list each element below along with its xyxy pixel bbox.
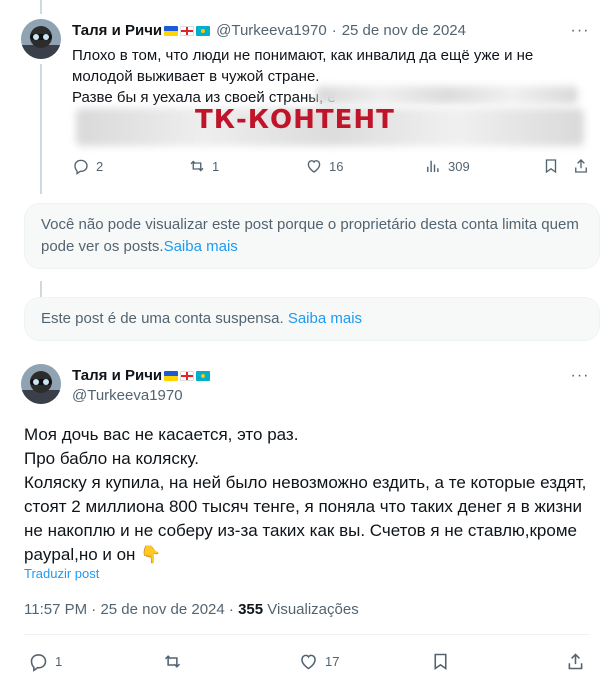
ukraine-flag-icon: [164, 25, 179, 36]
like-count: 17: [325, 654, 340, 669]
avatar-image: [21, 19, 61, 59]
repost-button[interactable]: 1: [188, 157, 219, 175]
blurred-text-overlay: [316, 86, 578, 104]
post-meta: 11:57 PM · 25 de nov de 2024 · 355 Visua…: [24, 601, 359, 618]
share-icon: [568, 653, 583, 670]
views-label[interactable]: Visualizações: [267, 601, 358, 618]
reply-button[interactable]: 1: [28, 651, 62, 672]
reply-count: 1: [55, 654, 63, 669]
translate-link[interactable]: Traduzir post: [24, 566, 99, 581]
like-button[interactable]: 17: [298, 651, 339, 672]
divider: [24, 634, 590, 635]
separator-dot: ·: [331, 22, 337, 39]
pointing-down-emoji: 👇: [140, 545, 162, 564]
bookmark-button[interactable]: [430, 651, 451, 672]
georgia-flag-icon: [180, 25, 195, 36]
tweet-line: Моя дочь вас не касается, это раз.: [24, 425, 299, 444]
reply-header: Таля и Ричи @Turkeeva1970 · 25 de nov de…: [72, 22, 466, 39]
tweet-line: не накоплю и не соберу из-за таких как в…: [24, 521, 577, 540]
handle[interactable]: @Turkeeva1970: [72, 387, 183, 404]
learn-more-link[interactable]: Saiba mais: [288, 310, 362, 327]
reply-icon: [74, 159, 88, 175]
avatar[interactable]: [21, 364, 61, 404]
notice-text: Você não pode visualizar este post porqu…: [41, 216, 579, 255]
display-name[interactable]: Таля и Ричи: [72, 22, 162, 39]
reply-text-line: молодой выживает в чужой стране.: [72, 68, 320, 85]
like-count: 16: [329, 158, 344, 174]
repost-count: 1: [212, 158, 220, 174]
share-icon: [575, 159, 587, 173]
more-options-icon[interactable]: ···: [570, 366, 590, 386]
handle[interactable]: @Turkeeva1970: [216, 22, 327, 39]
reply-count: 2: [96, 158, 104, 174]
tweet-line: Коляску я купила, на ней было невозможно…: [24, 473, 587, 492]
heart-icon: [307, 160, 321, 173]
tweet-line: Про бабло на коляску.: [24, 449, 199, 468]
thread-line-top: [40, 0, 42, 14]
repost-button[interactable]: [162, 651, 183, 672]
learn-more-link[interactable]: Saiba mais: [164, 238, 238, 255]
share-button[interactable]: [572, 157, 590, 175]
tweet-line: стоят 2 миллиона 800 тысяч тенге, я поня…: [24, 497, 583, 516]
watermark: ТК-КОНТЕНТ: [195, 105, 395, 135]
post-date[interactable]: 25 de nov de 2024: [100, 601, 224, 618]
more-options-icon[interactable]: ···: [570, 21, 590, 41]
reply-button[interactable]: 2: [72, 157, 103, 175]
share-button[interactable]: [565, 651, 586, 672]
avatar-image: [21, 364, 61, 404]
display-name[interactable]: Таля и Ричи: [72, 367, 162, 384]
post-date[interactable]: 25 de nov de 2024: [342, 22, 466, 39]
post-time[interactable]: 11:57 PM: [24, 601, 87, 618]
main-header: Таля и Ричи: [72, 367, 211, 384]
views-count: 309: [448, 158, 470, 174]
georgia-flag-icon: [180, 370, 195, 381]
views-button[interactable]: 309: [424, 157, 470, 175]
like-button[interactable]: 16: [305, 157, 343, 175]
views-count[interactable]: 355: [238, 601, 263, 618]
suspended-post-notice: Este post é de uma conta suspensa. Saiba…: [24, 297, 600, 341]
heart-icon: [301, 654, 316, 670]
tweet-text: Моя дочь вас не касается, это раз. Про б…: [24, 423, 590, 567]
avatar[interactable]: [21, 19, 61, 59]
kazakhstan-flag-icon: [196, 25, 211, 36]
separator-dot: ·: [91, 601, 97, 618]
ukraine-flag-icon: [164, 370, 179, 381]
kazakhstan-flag-icon: [196, 370, 211, 381]
reply-text-line: Плохо в том, что люди не понимают, как и…: [72, 47, 534, 64]
restricted-post-notice: Você não pode visualizar este post porqu…: [24, 203, 600, 269]
notice-text: Este post é de uma conta suspensa.: [41, 310, 284, 327]
bookmark-button[interactable]: [542, 157, 560, 175]
analytics-icon: [427, 160, 439, 172]
separator-dot: ·: [228, 601, 234, 618]
bookmark-icon: [545, 159, 557, 174]
bookmark-icon: [434, 653, 447, 671]
reply-icon: [30, 654, 47, 672]
tweet-line: paypal,но и он: [24, 545, 136, 564]
tweet-line-last: paypal,но и он 👇: [24, 543, 590, 567]
repost-icon: [190, 160, 204, 172]
thread-line-connector: [40, 64, 42, 194]
repost-icon: [164, 655, 181, 668]
